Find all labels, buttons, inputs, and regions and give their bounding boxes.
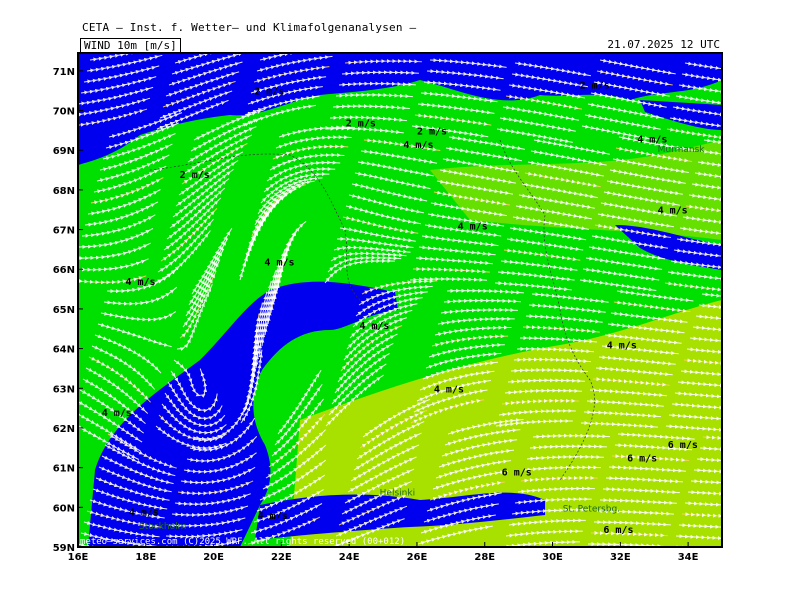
lon-tick-label: 32E [610,552,631,563]
copyright-credit: meteo—services.com (C)2025 WRF. All righ… [80,537,405,547]
speed-label: 6 m/s [668,440,698,451]
speed-label: 6 m/s [502,468,532,479]
lat-tick-label: 60N [53,503,75,514]
lat-tick-label: 61N [53,464,75,475]
speed-label: 4 m/s [102,408,132,419]
speed-label: 4 m/s [403,140,433,151]
speed-label: 6 m/s [627,454,657,465]
lon-tick-label: 34E [678,552,699,563]
speed-label: 6 m/s [603,525,633,536]
speed-label: 2 m/s [254,87,284,98]
lon-tick-label: 28E [474,552,495,563]
speed-label: 2 m/s [180,170,210,181]
city-label: Stockholm [139,522,186,532]
speed-label: 4 m/s [458,222,488,233]
lon-tick-label: 18E [135,552,156,563]
speed-label: 4 m/s [258,511,288,522]
speed-label: 4 m/s [125,277,155,288]
lon-tick-label: 26E [407,552,428,563]
wind-map: 71N70N69N68N67N66N65N64N63N62N61N60N59N … [53,52,723,563]
speed-label: 4 m/s [658,206,688,217]
speed-label: 4 m/s [129,507,159,518]
speed-label: 4 m/s [434,384,464,395]
lat-tick-label: 71N [53,67,75,78]
speed-label: 4 m/s [264,257,294,268]
lat-tick-label: 66N [53,265,75,276]
lon-tick-label: 22E [271,552,292,563]
lat-tick-label: 65N [53,305,75,316]
lat-tick-label: 70N [53,107,75,118]
speed-label: 2 m/s [417,126,447,137]
city-label: St. Petersbg. [563,504,620,514]
lat-tick-label: 63N [53,384,75,395]
lon-tick-label: 20E [203,552,224,563]
speed-label: 4 m/s [607,341,637,352]
lat-tick-label: 68N [53,186,75,197]
city-label: Murmansk [658,145,706,155]
lat-tick-label: 69N [53,146,75,157]
lat-tick-label: 62N [53,424,75,435]
lon-tick-label: 30E [542,552,563,563]
speed-label: 4 m/s [359,321,389,332]
speed-label: 2 m/s [346,118,376,129]
lon-tick-label: 16E [68,552,89,563]
lat-tick-label: 67N [53,226,75,237]
speed-label: 4 m/s [637,134,667,145]
lat-tick-label: 64N [53,345,75,356]
speed-label: 2 m/s [580,81,610,92]
city-label: Helsinki [380,488,415,498]
lon-tick-label: 24E [339,552,360,563]
